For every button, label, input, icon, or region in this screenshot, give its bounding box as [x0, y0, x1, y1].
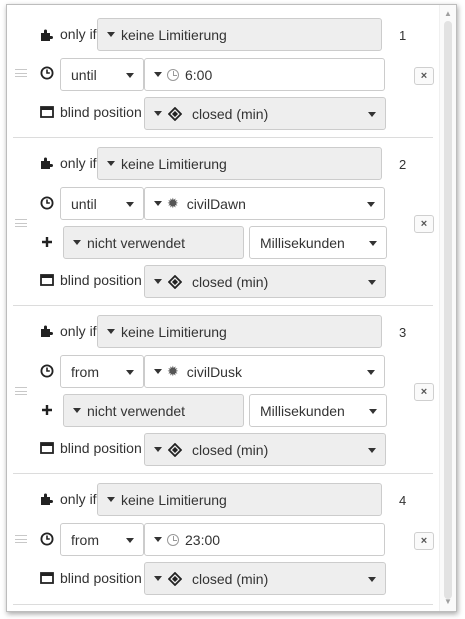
window-icon [39, 570, 55, 586]
only-if-label: only if [60, 26, 97, 42]
clock-icon [39, 195, 55, 211]
only-if-label: only if [60, 491, 97, 507]
caret-down-icon [368, 280, 376, 285]
scroll-up-icon[interactable]: ▲ [440, 7, 456, 21]
scroll-thumb[interactable] [444, 21, 452, 599]
blind-position-label: blind position [60, 440, 142, 456]
clock-icon [39, 363, 55, 379]
caret-down-icon [154, 447, 162, 452]
blind-position-label: blind position [60, 104, 142, 120]
offset-select[interactable]: nicht verwendet [63, 226, 244, 259]
caret-down-icon [126, 538, 134, 543]
caret-down-icon [126, 370, 134, 375]
blind-position-select[interactable]: closed (min) [144, 562, 386, 595]
only-if-label: only if [60, 323, 97, 339]
condition-select[interactable]: keine Limitierung [97, 315, 382, 348]
delete-rule-button[interactable]: × [414, 215, 434, 233]
clock-small-icon [167, 533, 179, 546]
caret-down-icon [126, 202, 134, 207]
vertical-scrollbar[interactable]: ▲ ▼ [439, 5, 456, 611]
only-if-label: only if [60, 155, 97, 171]
caret-down-icon [73, 240, 81, 245]
time-value-input[interactable]: 23:00 [144, 523, 385, 556]
blind-position-label: blind position [60, 570, 142, 586]
blind-position-select[interactable]: closed (min) [144, 97, 386, 130]
caret-down-icon [367, 202, 375, 207]
caret-down-icon [154, 201, 162, 206]
window-icon [39, 272, 55, 288]
caret-down-icon [369, 241, 377, 246]
sun-event-select[interactable]: ✹ civilDawn [144, 187, 385, 220]
rule-separator [13, 473, 433, 474]
drag-handle[interactable] [15, 69, 27, 77]
scroll-down-icon[interactable]: ▼ [440, 595, 456, 609]
window-icon [39, 104, 55, 120]
rule-separator [13, 604, 433, 605]
up-down-diamond-icon [167, 274, 183, 289]
rule-number: 4 [399, 493, 407, 508]
clock-icon [39, 531, 55, 547]
puzzle-icon [39, 323, 55, 339]
up-down-diamond-icon [167, 442, 183, 457]
rule-number: 3 [399, 325, 407, 340]
offset-unit-select[interactable]: Millisekunden [249, 226, 387, 259]
drag-handle[interactable] [15, 219, 27, 227]
up-down-diamond-icon [167, 571, 183, 586]
rules-list-panel: only if keine Limitierung 1 until 6:00 ×… [6, 4, 457, 612]
sun-icon: ✹ [167, 195, 179, 211]
caret-down-icon [126, 73, 134, 78]
puzzle-icon [39, 155, 55, 171]
caret-down-icon [107, 497, 115, 502]
offset-unit-select[interactable]: Millisekunden [249, 394, 387, 427]
caret-down-icon [369, 409, 377, 414]
delete-rule-button[interactable]: × [414, 532, 434, 550]
caret-down-icon [107, 161, 115, 166]
window-icon [39, 440, 55, 456]
offset-select[interactable]: nicht verwendet [63, 394, 244, 427]
caret-down-icon [154, 72, 162, 77]
time-mode-select[interactable]: until [60, 187, 144, 220]
puzzle-icon [39, 491, 55, 507]
caret-down-icon [107, 32, 115, 37]
plus-icon [39, 402, 55, 418]
clock-icon [39, 65, 55, 81]
caret-down-icon [73, 408, 81, 413]
caret-down-icon [154, 279, 162, 284]
clock-small-icon [167, 68, 179, 81]
time-mode-select[interactable]: until [60, 58, 144, 91]
rule-number: 1 [399, 28, 407, 43]
caret-down-icon [368, 577, 376, 582]
plus-icon [39, 234, 55, 250]
caret-down-icon [154, 111, 162, 116]
caret-down-icon [154, 576, 162, 581]
caret-down-icon [154, 369, 162, 374]
delete-rule-button[interactable]: × [414, 383, 434, 401]
delete-rule-button[interactable]: × [414, 67, 434, 85]
time-value-input[interactable]: 6:00 [144, 58, 385, 91]
caret-down-icon [368, 112, 376, 117]
caret-down-icon [368, 448, 376, 453]
caret-down-icon [107, 329, 115, 334]
up-down-diamond-icon [167, 106, 183, 121]
sun-event-select[interactable]: ✹ civilDusk [144, 355, 385, 388]
caret-down-icon [367, 370, 375, 375]
condition-select[interactable]: keine Limitierung [97, 147, 382, 180]
rule-separator [13, 305, 433, 306]
caret-down-icon [154, 537, 162, 542]
blind-position-label: blind position [60, 272, 142, 288]
condition-select[interactable]: keine Limitierung [97, 18, 382, 51]
condition-select[interactable]: keine Limitierung [97, 483, 382, 516]
drag-handle[interactable] [15, 535, 27, 543]
drag-handle[interactable] [15, 387, 27, 395]
blind-position-select[interactable]: closed (min) [144, 265, 386, 298]
rule-number: 2 [399, 157, 407, 172]
sun-icon: ✹ [167, 363, 179, 379]
time-mode-select[interactable]: from [60, 523, 144, 556]
blind-position-select[interactable]: closed (min) [144, 433, 386, 466]
time-mode-select[interactable]: from [60, 355, 144, 388]
rule-separator [13, 137, 433, 138]
puzzle-icon [39, 27, 55, 43]
